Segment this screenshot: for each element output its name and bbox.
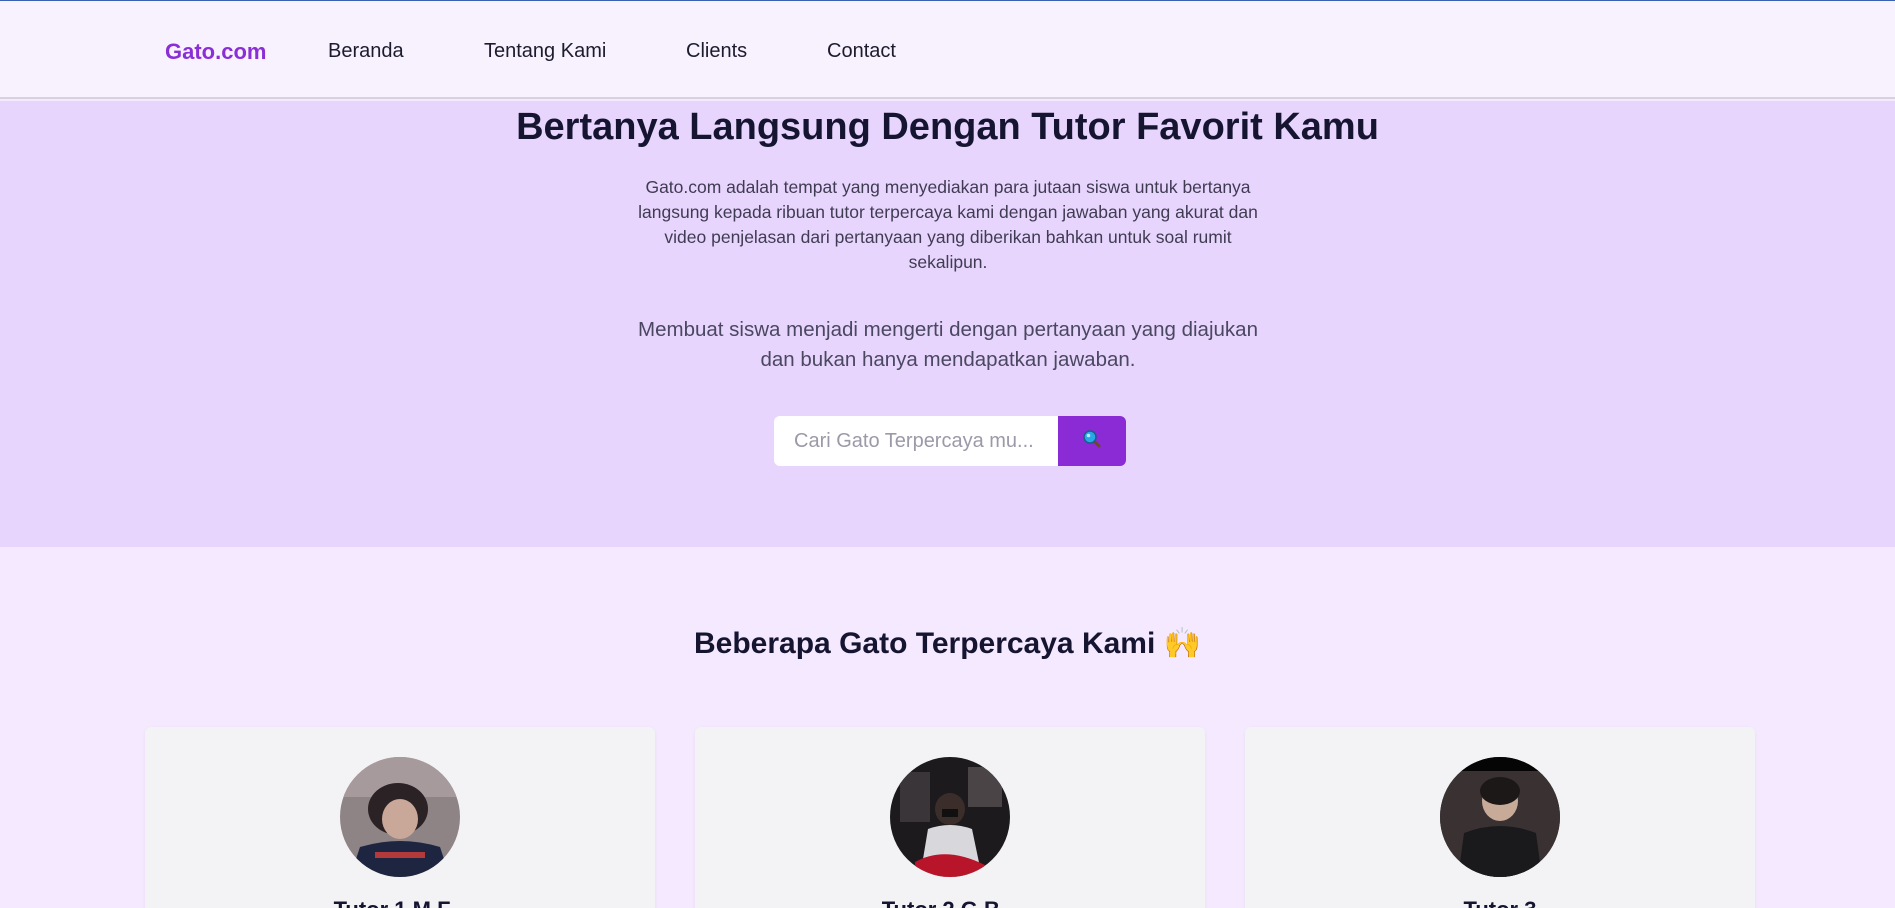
search-input[interactable] (774, 416, 1058, 466)
tutor-card[interactable]: Tutor 3 (1245, 727, 1755, 908)
nav-link-contact[interactable]: Contact (827, 40, 896, 63)
brand-logo[interactable]: Gato.com (165, 39, 266, 65)
tutor-card[interactable]: Tutor 2 G B... (695, 727, 1205, 908)
tutor-avatar (890, 757, 1010, 877)
tutor-card[interactable]: Tutor 1 M F... (145, 727, 655, 908)
nav-link-clients[interactable]: Clients (686, 40, 747, 63)
navbar: Gato.com Beranda Tentang Kami Clients Co… (0, 1, 1895, 99)
nav-link-beranda[interactable]: Beranda (328, 40, 404, 63)
hero-title: Bertanya Langsung Dengan Tutor Favorit K… (516, 106, 1379, 148)
nav-link-tentang-kami[interactable]: Tentang Kami (484, 40, 606, 63)
tutors-section-title: Beberapa Gato Terpercaya Kami 🙌 (694, 627, 1201, 660)
search-button[interactable] (1058, 416, 1126, 466)
search-icon (1082, 429, 1102, 454)
tutor-avatar (1440, 757, 1560, 877)
hero-description: Gato.com adalah tempat yang menyediakan … (638, 177, 1258, 272)
hero-section: Bertanya Langsung Dengan Tutor Favorit K… (0, 101, 1895, 547)
search-bar (774, 416, 1126, 466)
tutor-name: Tutor 2 G B... (695, 897, 1205, 908)
hero-subtitle: Membuat siswa menjadi mengerti dengan pe… (638, 318, 1258, 371)
tutor-name: Tutor 3 (1245, 897, 1755, 908)
tutor-avatar (340, 757, 460, 877)
tutor-name: Tutor 1 M F... (145, 897, 655, 908)
